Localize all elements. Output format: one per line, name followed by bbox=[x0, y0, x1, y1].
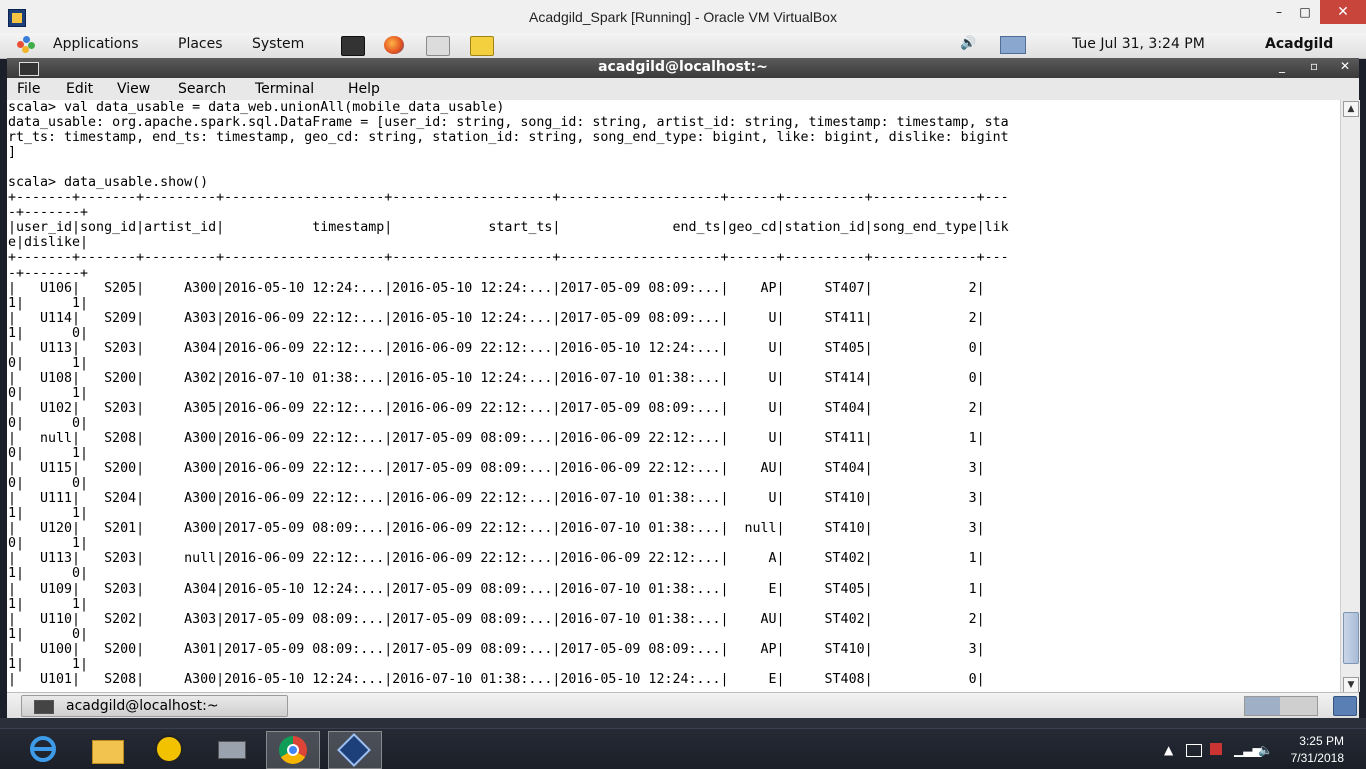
host-desktop-background bbox=[0, 718, 1366, 728]
terminal-titlebar: acadgild@localhost:~ _ ▫ ✕ bbox=[7, 58, 1359, 78]
terminal-line: scala> data_usable.show() bbox=[8, 175, 209, 191]
minimize-button[interactable]: – bbox=[1266, 0, 1292, 24]
terminal-line: data_usable: org.apache.spark.sql.DataFr… bbox=[8, 115, 1009, 131]
mail-icon[interactable] bbox=[426, 36, 450, 56]
vbox-window-title: Acadgild_Spark [Running] - Oracle VM Vir… bbox=[529, 9, 837, 25]
terminal-line: | U120| S201| A300|2017-05-09 08:09:...|… bbox=[8, 521, 985, 537]
maximize-button[interactable]: □ bbox=[1292, 0, 1318, 24]
terminal-maximize-button[interactable]: ▫ bbox=[1310, 59, 1318, 73]
terminal-line: 0| 0| bbox=[8, 415, 89, 431]
windows-taskbar: ▲ ▁▃▅ 🔈 3:25 PM 7/31/2018 bbox=[0, 728, 1366, 769]
terminal-output[interactable]: scala> val data_usable = data_web.unionA… bbox=[7, 100, 1340, 692]
terminal-line: | U108| S200| A302|2016-07-10 01:38:...|… bbox=[8, 370, 985, 386]
terminal-line: -+-------+ bbox=[8, 205, 89, 221]
menu-places[interactable]: Places bbox=[178, 36, 223, 52]
terminal-line: ] bbox=[8, 145, 17, 161]
terminal-line: | U111| S204| A300|2016-06-09 22:12:...|… bbox=[8, 491, 985, 507]
terminal-line: -+-------+ bbox=[8, 265, 89, 281]
terminal-title: acadgild@localhost:~ bbox=[598, 59, 768, 75]
terminal-line: | U106| S205| A300|2016-05-10 12:24:...|… bbox=[8, 280, 985, 296]
terminal-line: | U102| S203| A305|2016-06-09 22:12:...|… bbox=[8, 400, 985, 416]
menu-system[interactable]: System bbox=[252, 36, 304, 52]
terminal-icon[interactable] bbox=[341, 36, 365, 56]
menu-view[interactable]: View bbox=[117, 81, 150, 97]
terminal-line: 1| 1| bbox=[8, 295, 89, 311]
trash-icon[interactable] bbox=[1333, 696, 1357, 716]
terminal-line: 1| 0| bbox=[8, 626, 89, 642]
terminal-line: scala> val data_usable = data_web.unionA… bbox=[8, 100, 505, 115]
network-icon[interactable] bbox=[1000, 36, 1026, 54]
workspace-switcher[interactable] bbox=[1244, 696, 1318, 716]
terminal-line: 0| 1| bbox=[8, 355, 89, 371]
scroll-thumb[interactable] bbox=[1343, 612, 1359, 664]
terminal-line: | U114| S209| A303|2016-06-09 22:12:...|… bbox=[8, 310, 985, 326]
menu-applications[interactable]: Applications bbox=[53, 36, 139, 52]
scroll-down-arrow-icon[interactable]: ▼ bbox=[1343, 677, 1359, 693]
terminal-line: 1| 1| bbox=[8, 656, 89, 672]
terminal-minimize-button[interactable]: _ bbox=[1279, 59, 1285, 73]
terminal-line: e|dislike| bbox=[8, 235, 89, 251]
terminal-line: | U113| S203| A304|2016-06-09 22:12:...|… bbox=[8, 340, 985, 356]
speaker-icon[interactable]: 🔈 bbox=[1258, 743, 1273, 757]
vbox-titlebar: Acadgild_Spark [Running] - Oracle VM Vir… bbox=[0, 0, 1366, 34]
terminal-line: 0| 0| bbox=[8, 476, 89, 492]
taskbar-terminal-button[interactable]: acadgild@localhost:~ bbox=[21, 695, 288, 717]
chrome-icon[interactable] bbox=[266, 731, 320, 769]
terminal-line: 1| 1| bbox=[8, 596, 89, 612]
terminal-line: 0| 1| bbox=[8, 536, 89, 552]
task-label: acadgild@localhost:~ bbox=[66, 698, 219, 714]
terminal-line: +-------+-------+---------+-------------… bbox=[8, 190, 1009, 206]
tray-expand-icon[interactable]: ▲ bbox=[1164, 743, 1173, 757]
terminal-line: | U113| S203| null|2016-06-09 22:12:...|… bbox=[8, 551, 985, 567]
terminal-line: 0| 1| bbox=[8, 446, 89, 462]
terminal-task-icon bbox=[34, 700, 54, 714]
terminal-line: 1| 1| bbox=[8, 506, 89, 522]
volume-icon[interactable]: 🔊 bbox=[960, 36, 976, 51]
scroll-up-arrow-icon[interactable]: ▲ bbox=[1343, 101, 1359, 117]
terminal-line: | null| S208| A300|2016-06-09 22:12:...|… bbox=[8, 431, 985, 447]
terminal-line: | U109| S203| A304|2016-05-10 12:24:...|… bbox=[8, 581, 985, 597]
menu-terminal[interactable]: Terminal bbox=[255, 81, 314, 97]
close-button[interactable]: ✕ bbox=[1320, 0, 1366, 24]
terminal-line: 1| 0| bbox=[8, 325, 89, 341]
keyboard-icon[interactable] bbox=[1186, 744, 1202, 757]
panel-user[interactable]: Acadgild bbox=[1265, 36, 1333, 52]
menu-edit[interactable]: Edit bbox=[66, 81, 93, 97]
notes-icon[interactable] bbox=[470, 36, 494, 56]
terminal-line: 1| 0| bbox=[8, 566, 89, 582]
terminal-line: +-------+-------+---------+-------------… bbox=[8, 250, 1009, 266]
download-app-icon[interactable] bbox=[144, 731, 196, 767]
virtualbox-icon[interactable] bbox=[328, 731, 382, 769]
terminal-text: scala> val data_usable = data_web.unionA… bbox=[8, 100, 1009, 687]
firefox-icon[interactable] bbox=[384, 36, 404, 54]
clock-date[interactable]: 7/31/2018 bbox=[1291, 751, 1344, 765]
terminal-line: |user_id|song_id|artist_id| timestamp| s… bbox=[8, 220, 1009, 236]
gnome-bottom-panel: acadgild@localhost:~ bbox=[7, 692, 1359, 719]
terminal-scrollbar[interactable]: ▲ ▼ bbox=[1340, 100, 1360, 693]
terminal-menubar: File Edit View Search Terminal Help bbox=[7, 78, 1359, 101]
menu-file[interactable]: File bbox=[17, 81, 40, 97]
action-center-icon[interactable] bbox=[1210, 743, 1222, 755]
terminal-close-button[interactable]: ✕ bbox=[1340, 59, 1350, 73]
terminal-line: rt_ts: timestamp, end_ts: timestamp, geo… bbox=[8, 130, 1009, 146]
printer-icon[interactable] bbox=[206, 731, 258, 767]
panel-datetime[interactable]: Tue Jul 31, 3:24 PM bbox=[1072, 36, 1205, 52]
terminal-line: | U110| S202| A303|2017-05-09 08:09:...|… bbox=[8, 611, 985, 627]
gnome-foot-icon bbox=[17, 36, 35, 54]
terminal-line: 0| 1| bbox=[8, 385, 89, 401]
menu-help[interactable]: Help bbox=[348, 81, 380, 97]
gnome-top-panel: Applications Places System 🔊 Tue Jul 31,… bbox=[0, 33, 1366, 59]
clock-time[interactable]: 3:25 PM bbox=[1299, 734, 1344, 748]
terminal-line: | U100| S200| A301|2017-05-09 08:09:...|… bbox=[8, 641, 985, 657]
terminal-line: | U115| S200| A300|2016-06-09 22:12:...|… bbox=[8, 461, 985, 477]
menu-search[interactable]: Search bbox=[178, 81, 226, 97]
terminal-line: | U101| S208| A300|2016-05-10 12:24:...|… bbox=[8, 671, 985, 687]
internet-explorer-icon[interactable] bbox=[18, 731, 70, 767]
file-explorer-icon[interactable] bbox=[82, 731, 134, 767]
